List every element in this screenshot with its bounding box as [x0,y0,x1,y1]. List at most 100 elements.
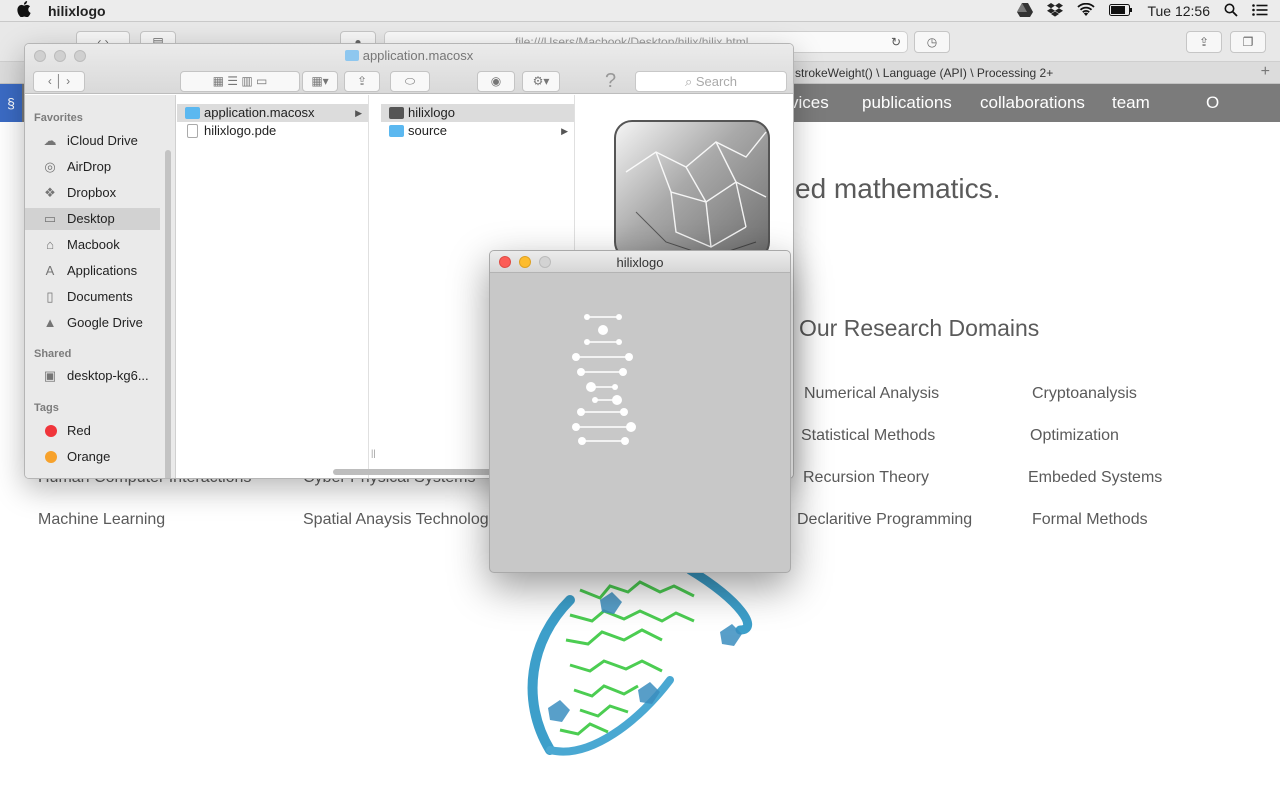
nav-publications[interactable]: publications [862,93,952,113]
shared-header: Shared [34,348,72,360]
home-icon: ⌂ [46,237,54,252]
help-icon[interactable]: ? [605,70,616,93]
sidebar-item-google-drive[interactable]: ▲ Google Drive [25,312,160,334]
reload-icon[interactable]: ↻ [891,32,901,52]
tags-icon[interactable]: ⬭ [390,71,430,92]
application-icon [389,107,404,119]
column-resize-handle[interactable]: || [371,448,376,458]
back-forward-buttons[interactable]: ‹ │ › [33,71,85,92]
wifi-icon[interactable] [1077,2,1096,20]
finder-title-text: application.macosx [362,48,474,63]
finder-titlebar[interactable]: application.macosx ‹ │ › ▦ ☰ ▥ ▭ ▦▾ ⇪ ⬭ … [25,44,793,94]
file-name: hilixlogo.pde [204,123,277,138]
quick-look-icon[interactable]: ◉ [477,71,515,92]
helix-logo-canvas [572,314,636,445]
sketch-window-title: hilixlogo [616,255,664,270]
search-placeholder: Search [695,74,738,89]
hero-text: ed mathematics. [795,173,1001,204]
research-domains-title: Our Research Domains [799,315,1040,341]
dropbox-icon: ❖ [44,185,56,200]
folder-icon [185,107,200,119]
menu-bar: hilixlogo Tue 12:56 [0,0,1280,22]
sidebar-item-tag-orange[interactable]: Orange [25,446,160,468]
domain-item[interactable]: Cryptoanalysis [1032,385,1137,403]
nav-team[interactable]: team [1112,93,1150,113]
list-item-application-macosx[interactable]: application.macosx ▶ [177,104,368,122]
sketch-window: hilixlogo [489,250,791,573]
favorites-header: Favorites [34,112,83,124]
dropbox-menu-icon[interactable] [1047,2,1064,20]
sidebar-item-label: iCloud Drive [67,133,138,148]
orange-tag-icon [45,451,57,463]
list-item-source[interactable]: source ▶ [381,122,574,140]
document-icon [187,124,198,138]
history-icon[interactable]: ◷ [914,31,950,53]
sidebar-item-tag-red[interactable]: Red [25,420,160,442]
arrange-menu-icon[interactable]: ▦▾ [302,71,338,92]
tags-header: Tags [34,402,59,414]
sidebar-scrollbar[interactable] [165,150,171,478]
share-icon[interactable]: ⇪ [344,71,380,92]
site-logo-icon[interactable]: § [0,84,22,122]
sidebar-item-label: desktop-kg6... [67,368,149,383]
file-name: application.macosx [204,105,315,120]
action-gear-icon[interactable]: ⚙▾ [522,71,560,92]
folder-icon [344,50,359,61]
domain-item[interactable]: Optimization [1030,427,1119,445]
sidebar-item-label: Red [67,423,91,438]
sidebar-item-shared-computer[interactable]: ▣ desktop-kg6... [25,365,160,387]
battery-icon[interactable] [1109,3,1133,19]
documents-icon: ▯ [46,289,54,304]
google-drive-menu-icon[interactable] [1017,2,1034,20]
tabs-overview-icon[interactable]: ❐ [1230,31,1266,53]
sidebar-item-label: Google Drive [67,315,143,330]
airdrop-icon: ◎ [44,159,56,174]
list-item-hilixlogo-app[interactable]: hilixlogo [381,104,574,122]
file-name: hilixlogo [408,105,455,120]
sidebar-item-label: Desktop [67,211,115,226]
domain-item[interactable]: Recursion Theory [803,469,929,487]
domain-item[interactable]: Machine Learning [38,511,165,529]
active-app-name[interactable]: hilixlogo [48,3,106,19]
sidebar-item-airdrop[interactable]: ◎ AirDrop [25,156,160,178]
share-icon[interactable]: ⇪ [1186,31,1222,53]
apple-menu-icon[interactable] [0,0,48,21]
sidebar-item-macbook[interactable]: ⌂ Macbook [25,234,160,256]
sidebar-item-icloud-drive[interactable]: ☁ iCloud Drive [25,130,160,152]
domain-item[interactable]: Statistical Methods [801,427,935,445]
sketch-titlebar[interactable]: hilixlogo [490,251,790,273]
domain-item[interactable]: Formal Methods [1032,511,1148,529]
sidebar-item-desktop[interactable]: ▭ Desktop [25,208,160,230]
cloud-icon: ☁ [43,133,57,148]
sidebar-item-documents[interactable]: ▯ Documents [25,286,160,308]
sidebar-item-label: Applications [67,263,138,278]
new-tab-icon[interactable]: + [1261,63,1270,81]
sidebar-item-label: Macbook [67,237,120,252]
list-item-hilixlogo-pde[interactable]: hilixlogo.pde [177,122,368,140]
nav-more[interactable]: O [1206,93,1219,113]
finder-search-input[interactable]: ⌕ Search [635,71,787,92]
domain-item[interactable]: Numerical Analysis [804,385,939,403]
desktop-icon: ▭ [43,211,57,226]
computer-icon: ▣ [43,368,57,383]
folder-icon [389,125,404,137]
domain-item[interactable]: Spatial Anaysis Technologi [303,511,492,529]
sidebar-item-label: Orange [67,449,111,464]
domain-item[interactable]: Embeded Systems [1028,469,1162,487]
sidebar-item-label: AirDrop [67,159,112,174]
browser-tab[interactable]: strokeWeight() \ Language (API) \ Proces… [795,66,1053,80]
notification-center-icon[interactable] [1252,3,1268,19]
menubar-clock[interactable]: Tue 12:56 [1147,3,1210,19]
nav-services[interactable]: vices [790,93,829,113]
red-tag-icon [45,425,57,437]
app-preview-icon [614,120,770,260]
spotlight-search-icon[interactable] [1224,3,1238,20]
sidebar-item-dropbox[interactable]: ❖ Dropbox [25,182,160,204]
applications-icon: A [45,263,55,278]
view-mode-selector[interactable]: ▦ ☰ ▥ ▭ [180,71,300,92]
sidebar-item-label: Documents [67,289,133,304]
sidebar-item-applications[interactable]: A Applications [25,260,160,282]
domain-item[interactable]: Declaritive Programming [797,511,972,529]
nav-collaborations[interactable]: collaborations [980,93,1085,113]
sidebar-item-label: Dropbox [67,185,117,200]
